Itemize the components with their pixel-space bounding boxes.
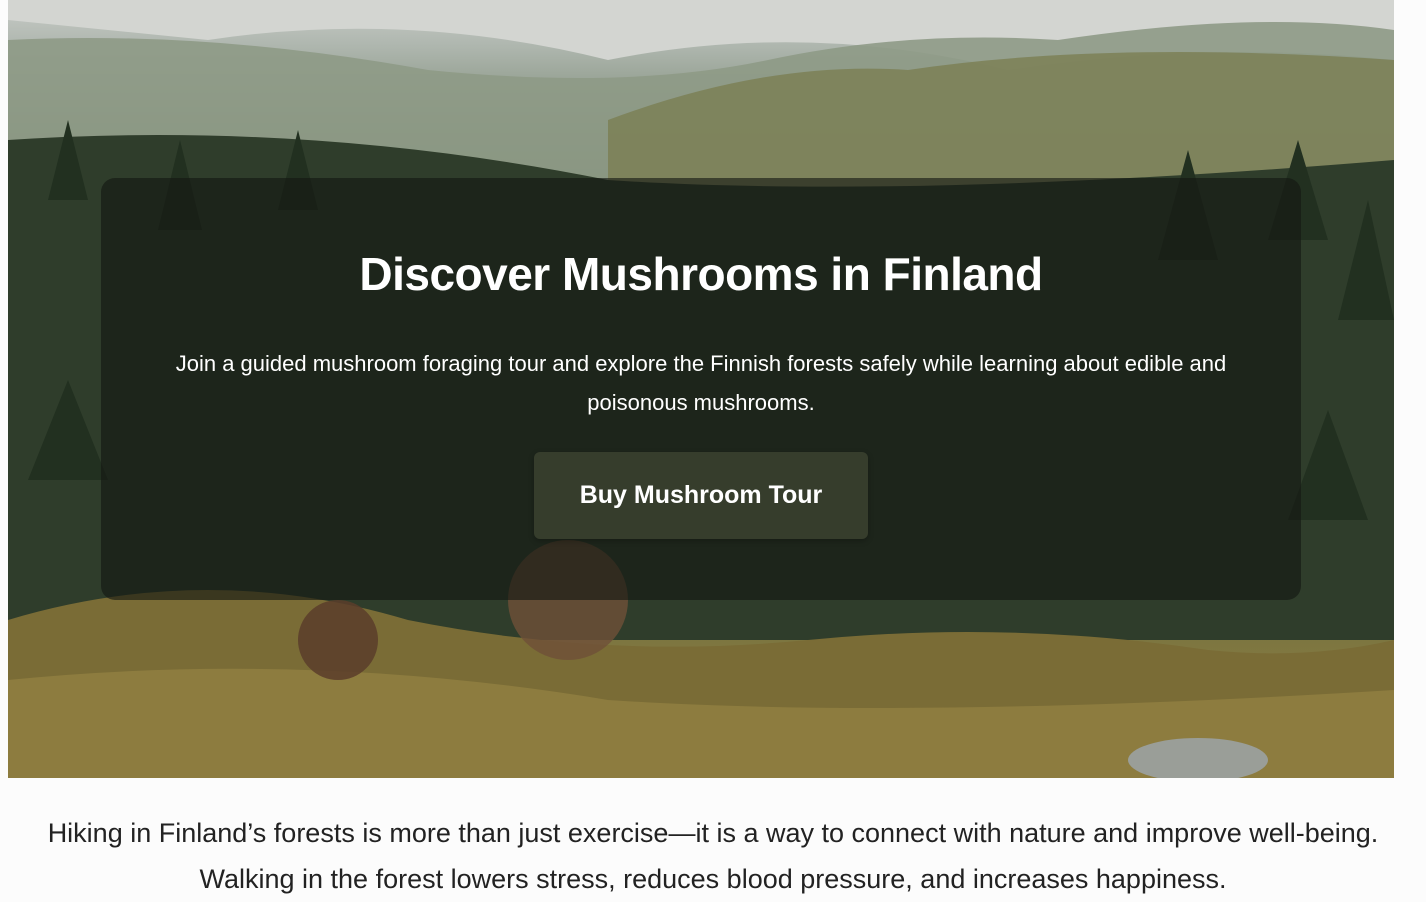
hero-section: Discover Mushrooms in Finland Join a gui… — [8, 0, 1394, 778]
buy-mushroom-tour-button[interactable]: Buy Mushroom Tour — [534, 452, 868, 539]
page: Discover Mushrooms in Finland Join a gui… — [0, 0, 1426, 902]
intro-paragraph: Hiking in Finland’s forests is more than… — [47, 818, 1379, 894]
hero-subtitle: Join a guided mushroom foraging tour and… — [175, 351, 1227, 415]
hero-overlay-panel: Discover Mushrooms in Finland Join a gui… — [101, 178, 1301, 600]
hero-title: Discover Mushrooms in Finland — [359, 248, 1043, 300]
